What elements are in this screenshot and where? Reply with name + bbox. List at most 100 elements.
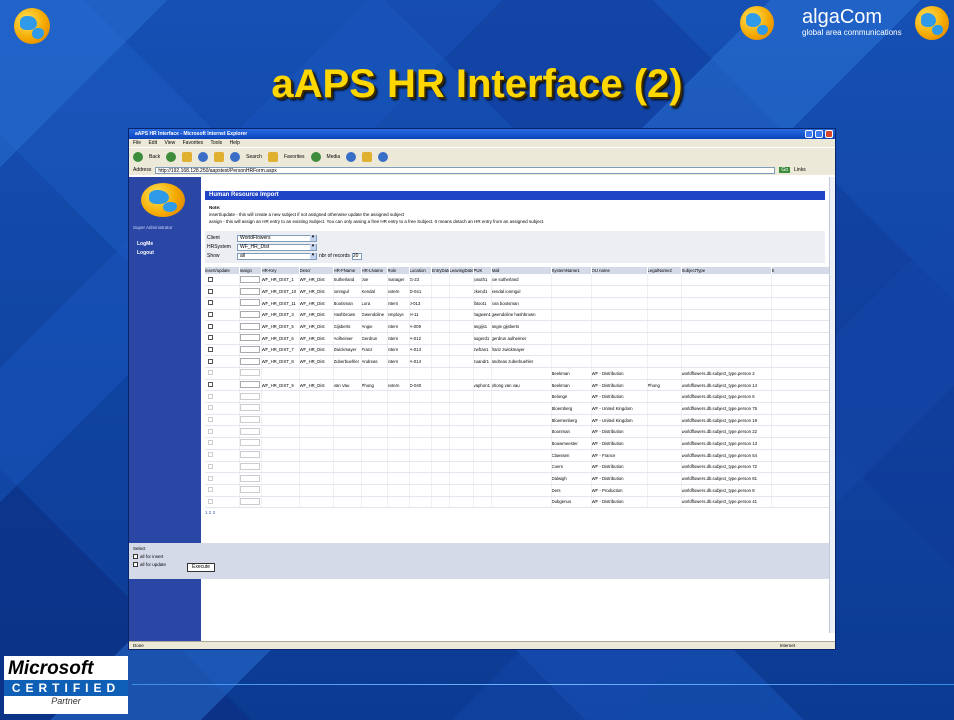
assign-input[interactable] — [239, 390, 262, 404]
assign-input[interactable] — [239, 285, 262, 298]
client-select[interactable]: WorldFlowers — [237, 234, 317, 242]
cell-descr: WF_HR_Dist — [299, 274, 334, 287]
menu-tools[interactable]: Tools — [210, 140, 222, 146]
menu-help[interactable]: Help — [230, 140, 240, 146]
insert-update-checkbox[interactable] — [205, 484, 240, 497]
insert-update-checkbox[interactable] — [205, 367, 240, 380]
cell-sys — [551, 309, 592, 322]
insert-update-checkbox[interactable] — [205, 320, 240, 333]
menu-favorites[interactable]: Favorites — [183, 140, 204, 146]
vertical-scrollbar[interactable] — [829, 177, 835, 633]
favorites-icon[interactable] — [267, 151, 278, 162]
print-icon[interactable] — [378, 151, 389, 162]
insert-update-checkbox[interactable] — [205, 472, 240, 485]
insert-update-checkbox[interactable] — [205, 414, 240, 427]
assign-input[interactable] — [239, 367, 262, 380]
back-label[interactable]: Back — [149, 154, 160, 160]
cell-lname — [361, 437, 388, 450]
insert-update-checkbox[interactable] — [205, 390, 240, 404]
show-select[interactable]: all — [237, 252, 317, 260]
cell-loc: A-014 — [409, 355, 432, 368]
insert-update-checkbox[interactable] — [205, 344, 240, 357]
insert-update-checkbox[interactable] — [205, 437, 240, 450]
cell-mail: franz zwickmayer — [491, 344, 552, 357]
menu-view[interactable]: View — [164, 140, 175, 146]
assign-input[interactable] — [239, 484, 262, 497]
assign-input[interactable] — [239, 320, 262, 333]
sidebar-item-logout[interactable]: Logout — [137, 250, 154, 256]
insert-update-checkbox[interactable] — [205, 355, 240, 368]
home-icon[interactable] — [214, 151, 225, 162]
assign-input[interactable] — [239, 379, 262, 392]
assign-input[interactable] — [239, 344, 262, 357]
stop-icon[interactable] — [182, 151, 193, 162]
assign-input[interactable] — [239, 414, 262, 427]
all-update-checkbox[interactable] — [133, 562, 138, 568]
favorites-label[interactable]: Favorites — [284, 154, 305, 160]
hrsystem-select[interactable]: WF_HR_Dist — [237, 243, 317, 251]
assign-input[interactable] — [239, 461, 262, 474]
insert-update-checkbox[interactable] — [205, 496, 240, 509]
sidebar-item-logme[interactable]: LogMe — [137, 241, 153, 247]
media-label[interactable]: Media — [327, 154, 341, 160]
insert-update-checkbox[interactable] — [205, 285, 240, 298]
table-row: Beekman WF - Distribution worldflowers.db.… — [205, 367, 834, 380]
insert-update-checkbox[interactable] — [205, 379, 240, 392]
assign-input[interactable] — [239, 437, 262, 450]
insert-update-checkbox[interactable] — [205, 297, 240, 310]
refresh-icon[interactable] — [198, 151, 209, 162]
cell — [431, 309, 450, 322]
menu-edit[interactable]: Edit — [148, 140, 157, 146]
forward-icon[interactable] — [166, 151, 177, 162]
cell-descr: WF_HR_Dist — [299, 355, 334, 368]
cell-stype: worldflowers.db.subject_type.person 13 — [681, 437, 772, 450]
cell — [771, 496, 834, 509]
pager[interactable]: 1 2 3 — [205, 510, 835, 515]
close-button[interactable] — [825, 130, 833, 138]
assign-input[interactable] — [239, 274, 262, 287]
execute-button[interactable]: Execute — [187, 563, 216, 572]
assign-input[interactable] — [239, 297, 262, 310]
media-icon[interactable] — [310, 151, 321, 162]
insert-update-checkbox[interactable] — [205, 274, 240, 287]
back-icon[interactable] — [133, 151, 143, 162]
cell-role: employe — [387, 309, 410, 322]
all-insert-checkbox[interactable] — [133, 554, 138, 560]
search-label[interactable]: Search — [246, 154, 262, 160]
cell-ou — [591, 274, 648, 287]
go-button[interactable]: Go — [779, 167, 791, 173]
search-icon[interactable] — [230, 151, 241, 162]
assign-input[interactable] — [239, 425, 262, 439]
links-button[interactable]: Links — [794, 167, 806, 173]
cell-key — [261, 461, 300, 474]
assign-input[interactable] — [239, 332, 262, 345]
table-row: Bouwmeester WF - Distribution worldflowers… — [205, 437, 834, 450]
insert-update-checkbox[interactable] — [205, 309, 240, 322]
cell-loc — [409, 367, 432, 380]
insert-update-checkbox[interactable] — [205, 449, 240, 462]
maximize-button[interactable] — [815, 130, 823, 138]
insert-update-checkbox[interactable] — [205, 425, 240, 439]
assign-input[interactable] — [239, 496, 262, 509]
mail-icon[interactable] — [362, 151, 373, 162]
cell-stype: worldflowers.db.subject_type.person 72 — [681, 461, 772, 474]
cell-loc: J-013 — [409, 297, 432, 310]
cell-descr — [299, 367, 334, 380]
assign-input[interactable] — [239, 355, 262, 368]
address-input[interactable]: http://192.168.128.250/aapstest/PersonHR… — [155, 166, 776, 174]
minimize-button[interactable] — [805, 130, 813, 138]
insert-update-checkbox[interactable] — [205, 461, 240, 474]
assign-input[interactable] — [239, 449, 262, 462]
cell — [449, 449, 474, 462]
assign-input[interactable] — [239, 472, 262, 485]
insert-update-checkbox[interactable] — [205, 402, 240, 415]
history-icon[interactable] — [346, 151, 357, 162]
sidebar-user: Super Administrator — [133, 225, 173, 230]
assign-input[interactable] — [239, 309, 262, 322]
records-input[interactable]: 20 — [351, 252, 362, 260]
cell-lname — [361, 496, 388, 509]
insert-update-checkbox[interactable] — [205, 332, 240, 345]
hr-table: insert/update assign HR-Key Descr HR-FName HR… — [205, 267, 834, 509]
menu-file[interactable]: File — [133, 140, 141, 146]
assign-input[interactable] — [239, 402, 262, 415]
